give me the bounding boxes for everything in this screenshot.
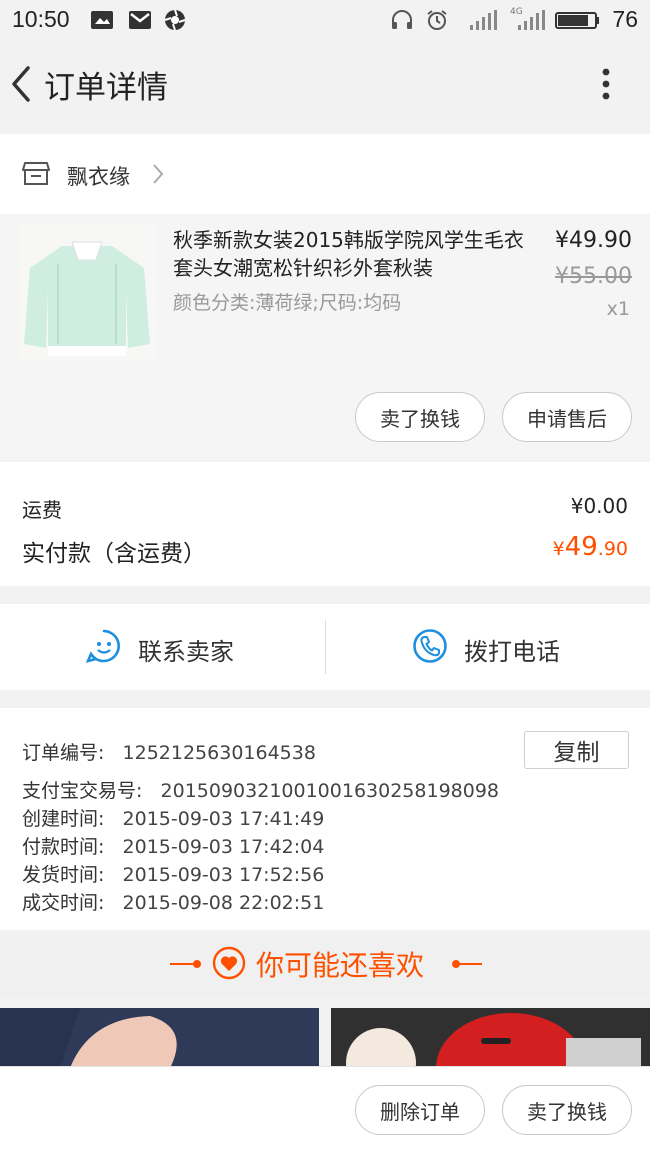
recommend-item-image[interactable]	[0, 1008, 319, 1068]
product-card: 秋季新款女装2015韩版学院风学生毛衣套头女潮宽松针织衫外套秋装 颜色分类:薄荷…	[0, 214, 650, 460]
battery-icon	[555, 12, 599, 29]
app-header: 订单详情	[0, 42, 650, 132]
signal-4g-icon	[518, 10, 545, 30]
recommend-header: 你可能还喜欢	[0, 934, 650, 996]
call-phone-label: 拨打电话	[464, 638, 560, 666]
phone-icon	[413, 629, 447, 663]
order-info: 订单编号: 1252125630164538 复制 支付宝交易号: 201509…	[0, 708, 650, 930]
created-time-row: 创建时间: 2015-09-03 17:41:49	[22, 808, 325, 830]
shipping-label: 运费	[22, 498, 62, 522]
copy-button[interactable]: 复制	[524, 731, 629, 769]
chat-icon	[86, 629, 120, 663]
call-phone-button[interactable]: 拨打电话	[326, 604, 650, 690]
heart-icon	[212, 946, 246, 980]
status-time: 10:50	[12, 6, 70, 32]
paid-time-row: 付款时间: 2015-09-03 17:42:04	[22, 836, 325, 858]
delete-order-button[interactable]: 删除订单	[355, 1085, 485, 1135]
chevron-right-icon	[153, 164, 164, 184]
contact-bar: 联系卖家 拨打电话	[0, 604, 650, 690]
shop-row[interactable]: 飘衣缘	[0, 134, 650, 214]
order-number-row: 订单编号: 1252125630164538	[22, 742, 316, 764]
after-sales-button[interactable]: 申请售后	[502, 392, 632, 442]
shop-name: 飘衣缘	[67, 165, 130, 189]
sell-for-cash-button[interactable]: 卖了换钱	[355, 392, 485, 442]
headphone-icon	[392, 10, 412, 29]
bottom-action-bar: 删除订单 卖了换钱	[0, 1066, 650, 1155]
battery-level: 76	[612, 6, 638, 32]
completed-time-row: 成交时间: 2015-09-08 22:02:51	[22, 892, 325, 914]
decor-line	[170, 963, 196, 965]
image-notification-icon	[91, 11, 113, 29]
shipping-value: ¥0.00	[570, 494, 628, 518]
app-notification-icon	[164, 9, 186, 31]
product-image[interactable]	[18, 224, 156, 360]
product-price: ¥49.90	[555, 228, 632, 253]
product-spec: 颜色分类:薄荷绿;尺码:均码	[173, 292, 402, 314]
status-bar: 10:50 4G 76	[0, 0, 650, 42]
shipped-time-row: 发货时间: 2015-09-03 17:52:56	[22, 864, 325, 886]
page-title: 订单详情	[44, 70, 168, 106]
alipay-trade-row: 支付宝交易号: 2015090321001001630258198098	[22, 780, 500, 802]
shop-icon	[22, 162, 50, 185]
alarm-icon	[427, 10, 447, 30]
contact-seller-button[interactable]: 联系卖家	[0, 604, 325, 690]
paid-amount: ¥49.90	[552, 532, 628, 562]
contact-seller-label: 联系卖家	[138, 638, 234, 666]
decor-line	[456, 963, 482, 965]
recommend-title: 你可能还喜欢	[256, 949, 425, 982]
order-number: 1252125630164538	[122, 742, 316, 764]
product-original-price: ¥55.00	[555, 264, 632, 289]
paid-label: 实付款（含运费）	[22, 541, 206, 567]
mail-notification-icon	[129, 11, 151, 29]
signal-icon	[470, 10, 497, 30]
product-quantity: x1	[606, 298, 630, 320]
sell-for-cash-bottom-button[interactable]: 卖了换钱	[502, 1085, 632, 1135]
product-title[interactable]: 秋季新款女装2015韩版学院风学生毛衣套头女潮宽松针织衫外套秋装	[173, 226, 533, 282]
fee-summary: 运费 ¥0.00 实付款（含运费） ¥49.90	[0, 462, 650, 586]
recommend-item-image[interactable]	[331, 1008, 650, 1068]
more-options-icon[interactable]	[594, 64, 618, 104]
back-arrow-icon[interactable]	[8, 64, 36, 104]
